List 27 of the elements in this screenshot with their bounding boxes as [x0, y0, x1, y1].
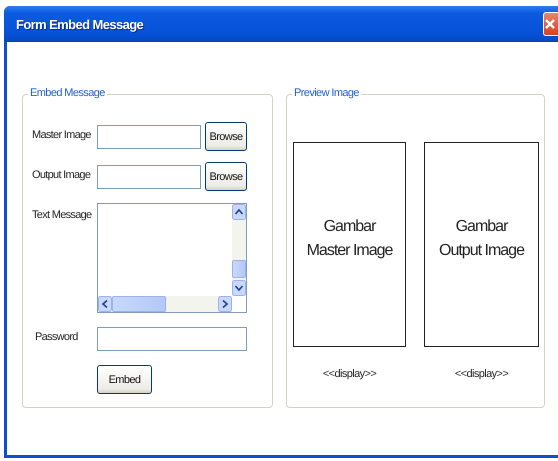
field-label: Password	[34, 330, 79, 343]
window-title: Form Embed Message	[16, 16, 144, 32]
scroll-down-icon[interactable]	[232, 280, 246, 296]
group-title: Preview Image	[292, 87, 361, 99]
horizontal-scrollbar[interactable]	[98, 296, 232, 312]
browse-button[interactable]: Browse	[205, 162, 247, 191]
embed-button[interactable]: Embed	[97, 365, 152, 394]
password-field[interactable]	[97, 327, 247, 351]
field-label: Output Image	[32, 168, 92, 181]
field-label: Master Image	[32, 128, 92, 141]
scroll-left-icon[interactable]	[98, 296, 112, 312]
vertical-scrollbar[interactable]	[232, 204, 246, 296]
scroll-thumb[interactable]	[232, 260, 246, 278]
display-label: <<display>>	[454, 368, 508, 380]
close-icon	[544, 18, 556, 30]
group-title: Embed Message	[28, 87, 107, 99]
field-label: Text Message	[32, 208, 93, 221]
scroll-up-icon[interactable]	[232, 204, 246, 220]
placeholder-text: Gambar Master Image	[306, 217, 392, 260]
input-field[interactable]	[97, 165, 201, 189]
scroll-thumb[interactable]	[112, 296, 166, 312]
display-label: <<display>>	[322, 368, 376, 380]
placeholder-text: Gambar Output Image	[439, 217, 524, 260]
close-button[interactable]	[543, 12, 558, 36]
input-field[interactable]	[97, 125, 201, 149]
scroll-right-icon[interactable]	[218, 296, 232, 312]
browse-button[interactable]: Browse	[205, 122, 247, 151]
